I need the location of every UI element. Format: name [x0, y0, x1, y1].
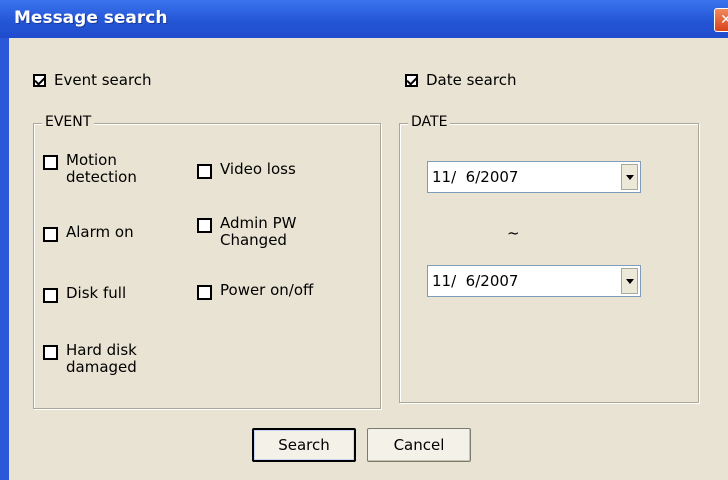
- event-group-title: EVENT: [42, 114, 95, 130]
- checkbox-icon[interactable]: [43, 345, 58, 360]
- checkbox-icon[interactable]: [43, 227, 58, 242]
- date-search-checkbox[interactable]: Date search: [405, 71, 516, 89]
- event-hard-disk-damaged-label: Hard disk damaged: [66, 341, 137, 376]
- date-to-value: 11/ 6/2007: [432, 272, 519, 290]
- window-border: [0, 0, 9, 480]
- event-disk-full[interactable]: Disk full: [43, 285, 126, 303]
- event-groupbox: EVENT Motion detection Video loss Alarm …: [33, 114, 381, 409]
- checkbox-icon[interactable]: [197, 164, 212, 179]
- search-button[interactable]: Search: [252, 428, 356, 462]
- event-alarm-on[interactable]: Alarm on: [43, 224, 134, 242]
- date-to-dropdown[interactable]: 11/ 6/2007: [427, 265, 641, 297]
- event-motion-detection[interactable]: Motion detection: [43, 152, 137, 186]
- title-bar[interactable]: Message search ✕: [0, 0, 728, 38]
- event-disk-full-label: Disk full: [66, 284, 127, 302]
- dialog-body: Event search Date search EVENT Motion de…: [9, 38, 728, 480]
- window-title: Message search: [14, 8, 168, 28]
- chevron-down-icon[interactable]: [621, 268, 638, 294]
- checkbox-icon[interactable]: [43, 288, 58, 303]
- event-search-checkbox[interactable]: Event search: [33, 71, 152, 89]
- date-from-value: 11/ 6/2007: [432, 168, 519, 186]
- event-video-loss[interactable]: Video loss: [197, 161, 296, 179]
- checkbox-checked-icon[interactable]: [405, 73, 418, 87]
- chevron-down-icon[interactable]: [621, 164, 638, 190]
- event-power-on-off[interactable]: Power on/off: [197, 282, 313, 300]
- date-range-separator: ~: [507, 224, 520, 242]
- event-admin-pw-changed[interactable]: Admin PW Changed: [197, 215, 296, 249]
- event-power-on-off-label: Power on/off: [220, 281, 314, 299]
- event-alarm-on-label: Alarm on: [66, 223, 134, 241]
- event-hard-disk-damaged[interactable]: Hard disk damaged: [43, 342, 137, 376]
- event-video-loss-label: Video loss: [220, 160, 296, 178]
- close-icon[interactable]: ✕: [714, 8, 728, 32]
- checkbox-icon[interactable]: [43, 155, 58, 170]
- checkbox-icon[interactable]: [197, 218, 212, 233]
- date-search-label: Date search: [426, 71, 517, 89]
- event-motion-detection-label: Motion detection: [66, 151, 137, 186]
- date-groupbox: DATE 11/ 6/2007 ~ 11/ 6/2007: [399, 114, 699, 403]
- event-search-label: Event search: [54, 71, 152, 89]
- checkbox-icon[interactable]: [197, 285, 212, 300]
- date-group-title: DATE: [408, 114, 451, 130]
- cancel-button[interactable]: Cancel: [367, 428, 471, 462]
- date-from-dropdown[interactable]: 11/ 6/2007: [427, 161, 641, 193]
- event-admin-pw-changed-label: Admin PW Changed: [220, 214, 297, 249]
- checkbox-checked-icon[interactable]: [33, 73, 46, 87]
